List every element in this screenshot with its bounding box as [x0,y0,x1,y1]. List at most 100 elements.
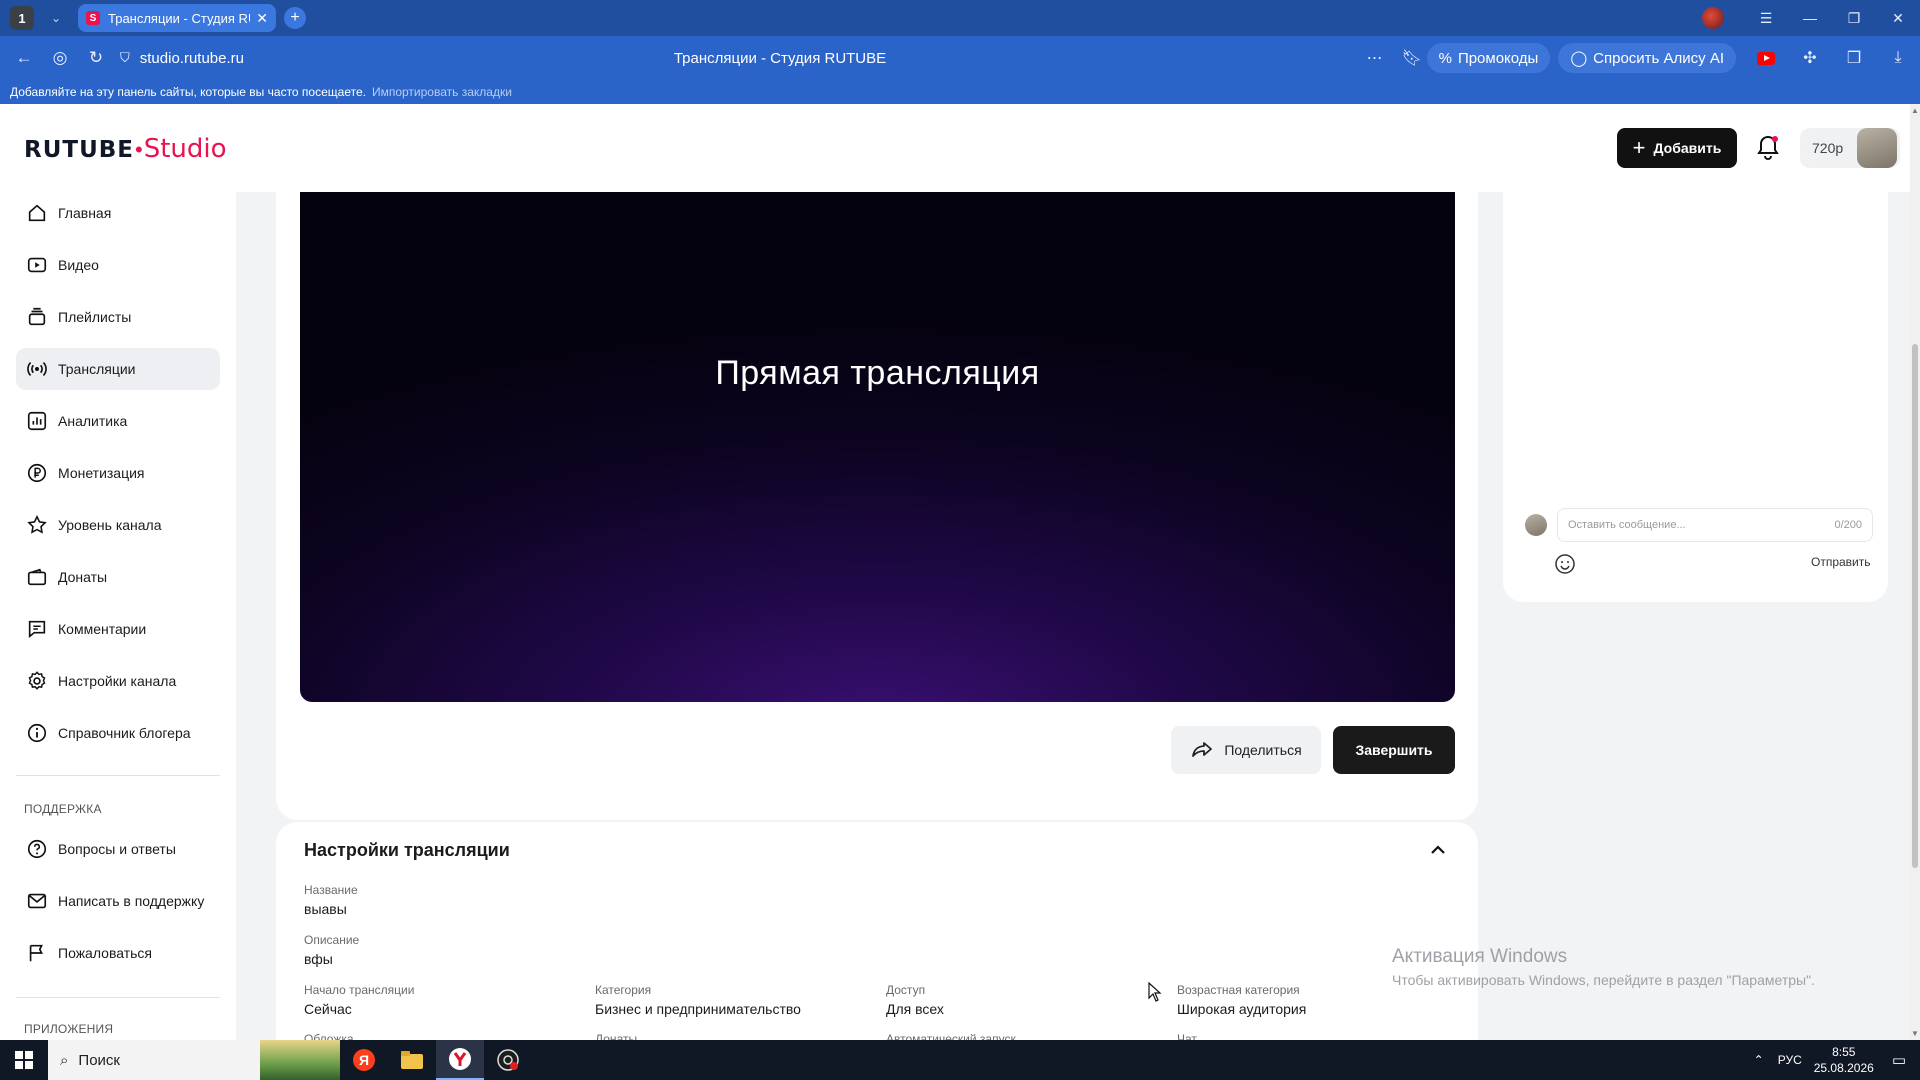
file-explorer-icon[interactable] [388,1040,436,1080]
tray-expand-icon[interactable]: ⌃ [1754,1053,1764,1067]
search-highlight-image[interactable] [260,1040,340,1080]
sidebar-item-label: Трансляции [58,361,136,377]
apps-heading: ПРИЛОЖЕНИЯ [24,1022,114,1036]
description-label: Описание [304,933,360,947]
sidebar-item-faq[interactable]: Вопросы и ответы [16,828,220,870]
promo-button[interactable]: % Промокоды [1426,43,1551,73]
sidebar-item-donations[interactable]: Донаты [16,556,220,598]
settings-heading: Настройки трансляции [304,840,510,860]
scroll-down-arrow[interactable]: ▼ [1911,1029,1919,1038]
user-avatar[interactable] [1857,128,1897,168]
sidebar-item-channel-settings[interactable]: Настройки канала [16,660,220,702]
end-stream-button[interactable]: Завершить [1333,726,1455,774]
analytics-icon [27,411,47,431]
search-icon: ⌕ [60,1051,69,1069]
percent-icon: % [1438,49,1452,67]
mail-icon [27,893,47,909]
sidebar-item-label: Плейлисты [58,309,132,325]
yandex-app-icon[interactable]: Я [340,1040,388,1080]
sidebar: Главная Видео Плейлисты Трансляции Анали… [0,192,236,1040]
chat-panel: Оставить сообщение... 0/200 Отправить [1503,192,1888,602]
sidebar-item-monetization[interactable]: Монетизация [16,452,220,494]
more-dots-icon[interactable]: ⋯ [1353,48,1397,68]
rutube-favicon-icon: S [86,11,100,25]
windows-start-icon[interactable] [0,1040,48,1080]
recording-app-icon[interactable] [484,1040,532,1080]
video-player[interactable]: Прямая трансляция [300,192,1455,702]
taskbar-search[interactable]: ⌕ Поиск [48,1040,260,1080]
chat-placeholder: Оставить сообщение... [1568,519,1686,531]
bookmark-icon[interactable]: 🔖︎ [1397,48,1427,68]
taskbar-search-label: Поиск [78,1051,120,1069]
sidebar-item-analytics[interactable]: Аналитика [16,400,220,442]
browser-tab-active[interactable]: S Трансляции - Студия RUTUBE ✕ [78,4,276,32]
chat-message-input[interactable]: Оставить сообщение... 0/200 [1557,508,1873,542]
profile-avatar-icon[interactable] [1702,7,1724,29]
notification-center-icon[interactable]: ▭ [1892,1051,1906,1069]
tab-list-dropdown[interactable]: ⌄ [42,6,70,30]
import-bookmarks-link[interactable]: Импортировать закладки [372,85,512,99]
video-icon [27,257,47,273]
sidebar-divider [16,775,220,776]
sidebar-item-complain[interactable]: Пожаловаться [16,932,220,974]
scrollbar-thumb[interactable] [1912,344,1918,868]
page-scrollbar[interactable]: ▲ ▼ [1910,104,1920,1040]
ruble-icon [27,463,47,483]
logo-main: RUTUBE [24,137,134,163]
star-icon [27,514,47,534]
youtube-icon[interactable] [1757,51,1775,65]
access-value: Для всех [886,1001,944,1017]
question-icon [27,839,47,859]
tab-title: Трансляции - Студия RUTUBE [108,10,250,26]
rutube-studio-logo[interactable]: RUTUBE • Studio [24,134,227,164]
tab-counter-button[interactable]: 1 [10,6,34,30]
sidebar-item-label: Уровень канала [58,517,162,533]
sidebar-item-blogger-guide[interactable]: Справочник блогера [16,712,220,754]
browser-menu-icon[interactable]: ☰ [1744,10,1788,27]
sidebar-item-video[interactable]: Видео [16,244,220,286]
scroll-up-arrow[interactable]: ▲ [1911,106,1919,115]
bookmarks-hint: Добавляйте на эту панель сайты, которые … [10,85,366,99]
windows-taskbar: ⌕ Поиск Я ⌃ РУС 8:55 25.08.2026 ▭ [0,1040,1920,1080]
sidebar-item-home[interactable]: Главная [16,192,220,234]
sidebar-item-comments[interactable]: Комментарии [16,608,220,650]
alice-button[interactable]: ◯ Спросить Алису AI [1558,43,1736,73]
sidebar-item-label: Главная [58,205,112,221]
download-icon[interactable]: ⤓ [1876,49,1920,67]
sidebar-item-playlists[interactable]: Плейлисты [16,296,220,338]
description-value: вфы [304,951,333,967]
share-button[interactable]: Поделиться [1171,726,1321,774]
gear-icon [28,671,46,690]
close-tab-icon[interactable]: ✕ [256,10,268,27]
sidebar-item-label: Справочник блогера [58,725,191,741]
restore-icon[interactable]: ❐ [1832,10,1876,27]
alice-label: Спросить Алису AI [1593,49,1724,67]
yandex-browser-icon[interactable] [436,1040,484,1080]
minimize-icon[interactable]: — [1788,10,1832,26]
send-message-button[interactable]: Отправить [1811,555,1871,569]
sidebar-item-broadcasts[interactable]: Трансляции [16,348,220,390]
windows-activation-watermark: Активация Windows Чтобы активировать Win… [1392,946,1815,988]
extensions-icon[interactable]: ✣ [1788,48,1832,68]
broadcast-icon [27,362,47,376]
access-label: Доступ [886,983,926,997]
start-label: Начало трансляции [304,983,415,997]
emoji-icon[interactable] [1553,552,1577,576]
support-heading: ПОДДЕРЖКА [24,802,102,816]
language-indicator[interactable]: РУС [1778,1053,1802,1067]
add-button-label: Добавить [1653,140,1722,156]
close-window-icon[interactable]: ✕ [1876,10,1920,27]
new-tab-button[interactable]: + [284,7,306,29]
notifications-bell-icon[interactable] [1756,134,1780,162]
clock-date: 25.08.2026 [1813,1061,1874,1075]
collections-icon[interactable]: ❒ [1832,48,1876,68]
add-button[interactable]: + Добавить [1617,128,1737,168]
chevron-up-icon[interactable] [1429,843,1447,857]
sidebar-item-write-support[interactable]: Написать в поддержку [16,880,220,922]
promo-label: Промокоды [1457,49,1539,67]
chat-char-counter: 0/200 [1834,519,1862,531]
name-label: Название [304,883,358,897]
browser-tab-bar: 1 ⌄ S Трансляции - Студия RUTUBE ✕ + ☰ —… [0,0,1920,36]
sidebar-item-channel-level[interactable]: Уровень канала [16,504,220,546]
clock[interactable]: 8:55 25.08.2026 [1814,1044,1874,1076]
